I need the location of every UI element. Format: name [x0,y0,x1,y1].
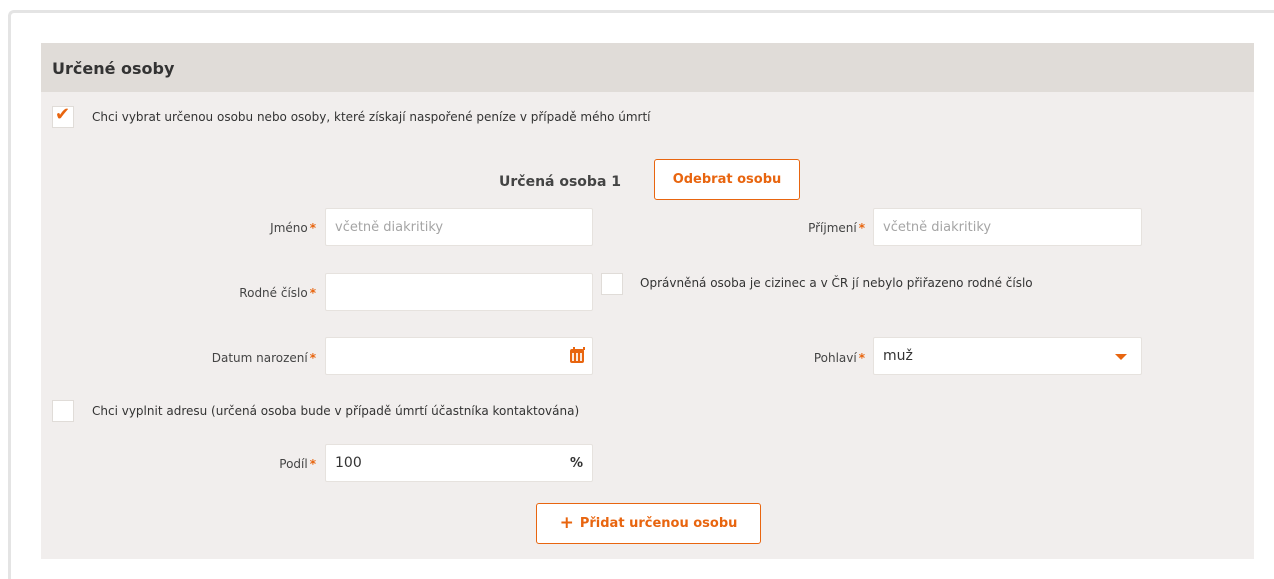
birth-number-label: Rodné číslo * [239,286,316,300]
first-name-placeholder: včetně diakritiky [335,219,444,235]
remove-person-button[interactable]: Odebrat osobu [654,159,800,200]
birth-number-input[interactable] [325,273,593,311]
chevron-down-icon [1115,354,1127,360]
birth-date-input[interactable] [325,337,593,375]
share-value: 100 [335,455,362,471]
foreigner-checkbox[interactable] [601,273,623,295]
share-label: Podíl * [279,457,316,471]
address-checkbox[interactable] [52,400,74,422]
last-name-input[interactable]: včetně diakritiky [873,208,1142,246]
gender-select[interactable]: muž [873,337,1142,375]
choose-person-checkbox[interactable]: ✔ [52,104,74,128]
birth-date-label: Datum narození * [211,351,316,365]
share-input[interactable]: 100 % [325,444,593,482]
section-title: Určené osoby [52,59,175,78]
first-name-label: Jméno * [270,221,316,235]
choose-person-label: Chci vybrat určenou osobu nebo osoby, kt… [92,110,651,124]
share-unit: % [569,456,583,471]
add-person-label: Přidat určenou osobu [579,516,738,531]
designated-persons-panel: Určené osoby ✔ Chci vybrat určenou osobu… [41,43,1254,559]
foreigner-label: Oprávněná osoba je cizinec a v ČR jí neb… [640,276,1033,290]
address-label: Chci vyplnit adresu (určená osoba bude v… [92,404,580,418]
plus-icon: + [559,513,574,533]
last-name-label: Příjmení * [808,221,865,235]
panel-header: Určené osoby [41,43,1254,92]
gender-label: Pohlaví * [813,351,865,365]
add-person-button[interactable]: + Přidat určenou osobu [536,503,761,544]
checkmark-icon: ✔ [55,104,71,125]
person-title: Určená osoba 1 [499,174,622,190]
first-name-input[interactable]: včetně diakritiky [325,208,593,246]
calendar-icon[interactable] [570,347,585,363]
remove-person-label: Odebrat osobu [672,172,782,187]
last-name-placeholder: včetně diakritiky [883,219,992,235]
gender-selected-value: muž [883,348,913,364]
